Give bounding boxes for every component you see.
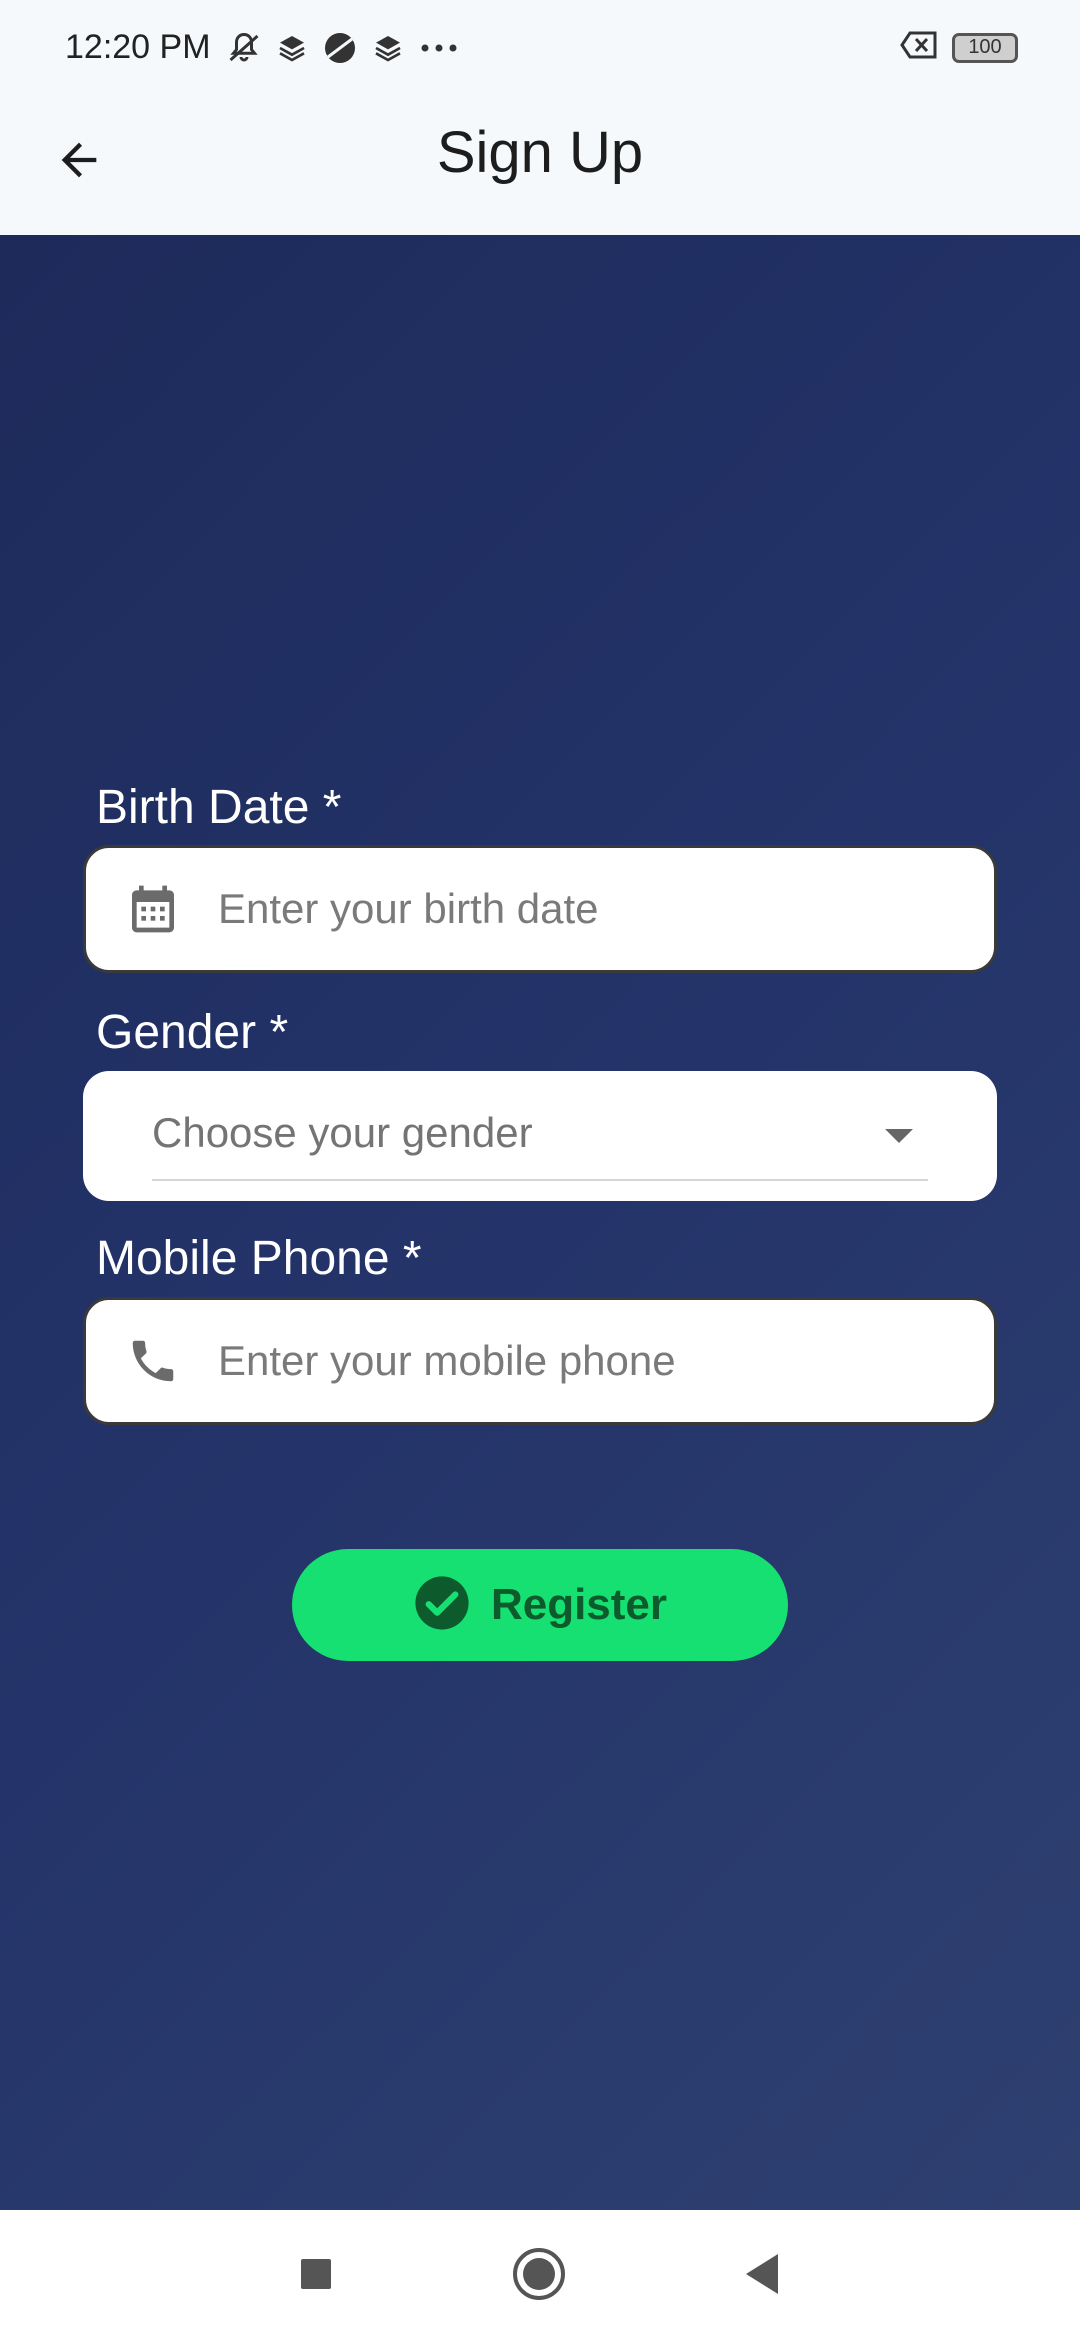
calendar-icon: [124, 880, 182, 938]
more-dots-icon: [418, 38, 460, 58]
register-label: Register: [490, 1580, 668, 1629]
home-circle-icon: [512, 2247, 566, 2306]
muted-bell-icon: [226, 30, 262, 66]
home-button[interactable]: [511, 2247, 567, 2306]
birth-date-field[interactable]: [83, 845, 997, 973]
recents-button[interactable]: [288, 2248, 344, 2304]
planet-icon: [322, 30, 358, 66]
recents-square-icon: [298, 2256, 334, 2297]
mobile-phone-label: Mobile Phone *: [96, 1232, 422, 1285]
gender-label: Gender *: [96, 1006, 289, 1059]
stack-icon: [372, 32, 404, 64]
status-bar: 12:20 PM 100: [0, 0, 1080, 97]
close-box-icon: [900, 30, 938, 65]
main-content: Birth Date * Gender * Choose your gender…: [0, 235, 1080, 2210]
nav-back-button[interactable]: [734, 2248, 790, 2304]
status-icons: [226, 30, 460, 66]
phone-icon: [124, 1332, 182, 1390]
dropdown-underline: [152, 1179, 928, 1181]
stack-icon: [276, 32, 308, 64]
back-triangle-icon: [742, 2252, 782, 2301]
app-bar: Sign Up: [0, 97, 1080, 235]
register-button[interactable]: Register: [292, 1549, 788, 1661]
mobile-phone-input[interactable]: [218, 1300, 964, 1422]
birth-date-label: Birth Date *: [96, 781, 342, 834]
mobile-phone-field[interactable]: [83, 1297, 997, 1425]
gender-selected-value: Choose your gender: [152, 1109, 533, 1156]
page-title: Sign Up: [436, 120, 644, 185]
birth-date-input[interactable]: [218, 848, 964, 970]
check-circle-icon: [413, 1574, 471, 1637]
system-nav-bar: [0, 2210, 1080, 2340]
chevron-down-icon: [885, 1129, 913, 1143]
gender-dropdown[interactable]: Choose your gender: [83, 1071, 997, 1201]
status-right: 100: [900, 30, 1018, 65]
battery-indicator: 100: [952, 32, 1018, 63]
status-time: 12:20 PM: [65, 28, 211, 66]
